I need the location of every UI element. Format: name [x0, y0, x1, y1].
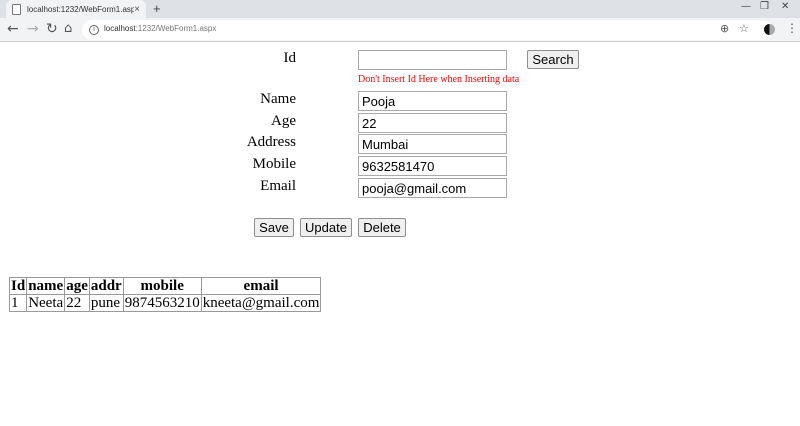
address-bar[interactable]: i localhost:1232/WebForm1.aspx ⊕ ☆: [82, 20, 772, 40]
cell-name: Neeta: [26, 294, 66, 312]
records-grid: Id name age addr mobile email 1 Neeta 22…: [8, 277, 322, 312]
browser-tab[interactable]: localhost:1232/WebForm1.aspx ×: [6, 0, 146, 18]
header-age: age: [64, 277, 90, 295]
forward-icon[interactable]: →: [27, 21, 39, 37]
cell-email: kneeta@gmail.com: [200, 294, 322, 312]
age-input[interactable]: [358, 113, 507, 133]
header-name: name: [26, 277, 66, 295]
url-host: localhost: [104, 24, 136, 33]
header-id: Id: [8, 277, 28, 295]
mobile-label: Mobile: [252, 156, 296, 172]
name-label: Name: [260, 91, 296, 107]
info-icon[interactable]: i: [89, 25, 99, 35]
save-button[interactable]: Save: [254, 218, 294, 237]
reload-icon[interactable]: ↻: [46, 21, 58, 37]
maximize-icon[interactable]: ❐: [760, 1, 769, 12]
email-input[interactable]: [358, 178, 507, 198]
id-label: Id: [283, 50, 297, 66]
name-input[interactable]: [358, 91, 507, 111]
bookmark-star-icon[interactable]: ☆: [739, 22, 749, 35]
address-label: Address: [246, 134, 296, 150]
search-button[interactable]: Search: [527, 50, 579, 69]
update-button[interactable]: Update: [300, 218, 352, 237]
url-text[interactable]: localhost:1232/WebForm1.aspx: [104, 24, 216, 33]
page-icon: [12, 3, 21, 15]
table-row: 1 Neeta 22 pune 9874563210 kneeta@gmail.…: [8, 294, 322, 312]
id-input[interactable]: [358, 50, 507, 70]
header-mobile: mobile: [122, 277, 202, 295]
new-tab-button[interactable]: +: [153, 1, 161, 16]
browser-tab-strip: localhost:1232/WebForm1.aspx × + — ❐ ✕: [0, 0, 800, 18]
back-icon[interactable]: ←: [7, 21, 19, 37]
id-warning-text: Don't Insert Id Here when Inserting data: [358, 74, 520, 85]
header-addr: addr: [88, 277, 124, 295]
cell-id: 1: [8, 294, 28, 312]
url-path: :1232/WebForm1.aspx: [135, 24, 217, 33]
age-label: Age: [271, 113, 296, 129]
minimize-icon[interactable]: —: [741, 1, 751, 12]
browser-toolbar: ← → ↻ ⌂ i localhost:1232/WebForm1.aspx ⊕…: [0, 18, 800, 42]
cell-addr: pune: [88, 294, 124, 312]
menu-kebab-icon[interactable]: ⋮: [786, 21, 798, 35]
email-label: Email: [260, 178, 296, 194]
tab-title: localhost:1232/WebForm1.aspx: [27, 4, 135, 14]
grid-header-row: Id name age addr mobile email: [8, 277, 322, 295]
tab-close-icon[interactable]: ×: [134, 4, 140, 15]
delete-button[interactable]: Delete: [358, 218, 406, 237]
header-email: email: [200, 277, 322, 295]
address-input[interactable]: [358, 134, 507, 154]
cell-age: 22: [64, 294, 90, 312]
cell-mobile: 9874563210: [122, 294, 202, 312]
zoom-icon[interactable]: ⊕: [720, 22, 729, 35]
profile-icon[interactable]: [764, 24, 775, 35]
home-icon[interactable]: ⌂: [64, 21, 72, 36]
mobile-input[interactable]: [358, 156, 507, 176]
close-window-icon[interactable]: ✕: [781, 1, 789, 12]
